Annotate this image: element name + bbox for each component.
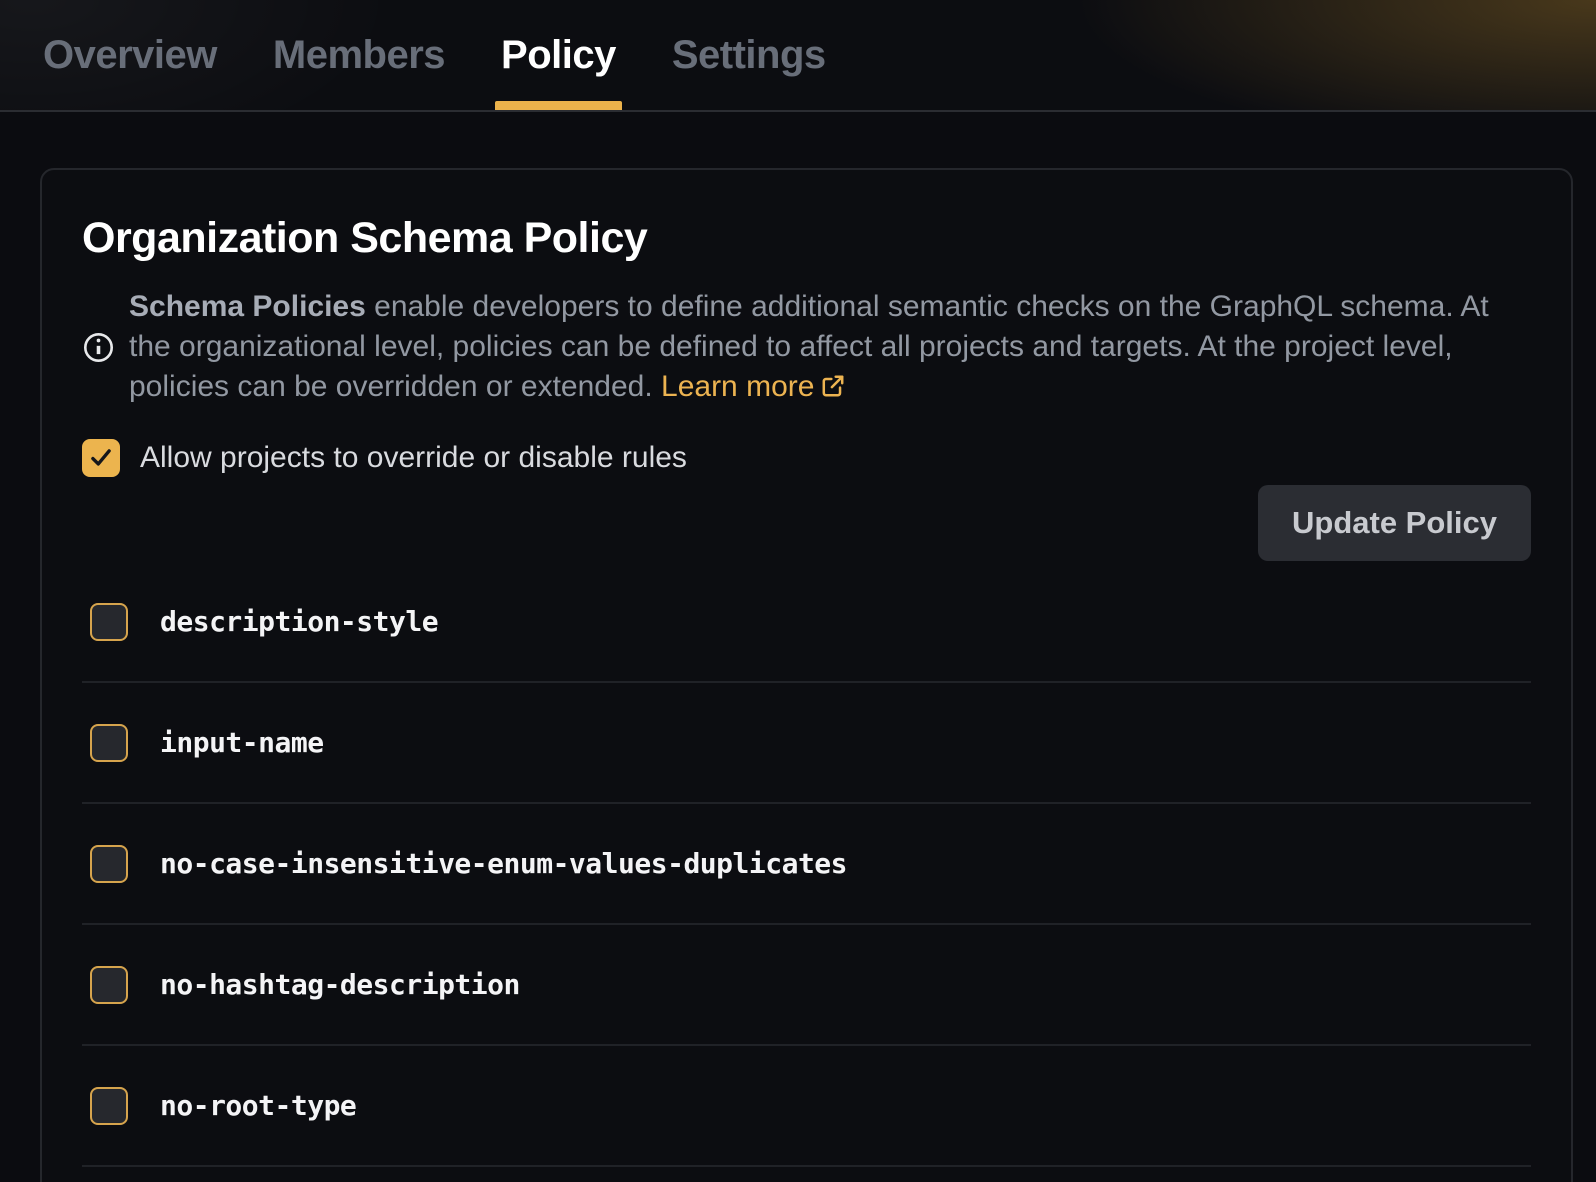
rule-row: description-style (82, 562, 1531, 683)
rule-row: input-name (82, 683, 1531, 804)
rule-name: description-style (160, 605, 438, 638)
tab-overview[interactable]: Overview (43, 0, 217, 110)
rule-checkbox[interactable] (90, 603, 128, 641)
rule-name: no-root-type (160, 1089, 356, 1122)
tab-policy-label: Policy (501, 33, 616, 78)
learn-more-link[interactable]: Learn more (661, 370, 846, 403)
rule-checkbox[interactable] (90, 966, 128, 1004)
rule-checkbox[interactable] (90, 724, 128, 762)
tab-settings-label: Settings (672, 33, 826, 78)
allow-override-row[interactable]: Allow projects to override or disable ru… (82, 439, 1531, 477)
policy-rules-list: description-style input-name no-case-ins… (82, 562, 1531, 1167)
checkmark-icon (88, 445, 114, 471)
policy-description-lead: Schema Policies (129, 290, 366, 323)
rule-row: no-case-insensitive-enum-values-duplicat… (82, 804, 1531, 925)
learn-more-label: Learn more (661, 370, 814, 403)
external-link-icon (820, 373, 846, 399)
schema-policy-card: Organization Schema Policy Schema Polici… (40, 168, 1573, 1182)
allow-override-checkbox[interactable] (82, 439, 120, 477)
tab-members-label: Members (273, 33, 445, 78)
allow-override-label: Allow projects to override or disable ru… (140, 441, 687, 475)
page-content: Organization Schema Policy Schema Polici… (0, 112, 1596, 1182)
policy-description: Schema Policies enable developers to def… (129, 287, 1509, 407)
tab-policy[interactable]: Policy (501, 0, 616, 110)
tab-settings[interactable]: Settings (672, 0, 826, 110)
active-tab-indicator (495, 101, 622, 110)
rule-checkbox[interactable] (90, 1087, 128, 1125)
rule-row: no-root-type (82, 1046, 1531, 1167)
tab-nav: Overview Members Policy Settings (0, 0, 1596, 110)
rule-name: no-hashtag-description (160, 968, 520, 1001)
rule-name: no-case-insensitive-enum-values-duplicat… (160, 847, 847, 880)
tab-bar: Overview Members Policy Settings (0, 0, 1596, 112)
rule-checkbox[interactable] (90, 845, 128, 883)
policy-info-callout: Schema Policies enable developers to def… (82, 287, 1531, 407)
actions-row: Update Policy (82, 485, 1531, 561)
tab-members[interactable]: Members (273, 0, 445, 110)
page-title: Organization Schema Policy (82, 214, 1531, 263)
tab-overview-label: Overview (43, 33, 217, 78)
rule-name: input-name (160, 726, 324, 759)
info-circle-icon (82, 331, 115, 364)
rule-row: no-hashtag-description (82, 925, 1531, 1046)
update-policy-button[interactable]: Update Policy (1258, 485, 1531, 561)
